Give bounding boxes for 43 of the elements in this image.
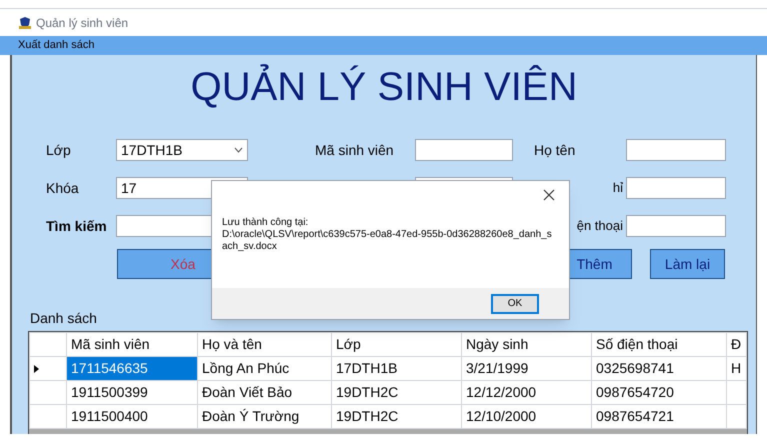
table-cell: Lồng An Phúc [198,356,332,380]
table-cell: 12/10/2000 [462,404,592,428]
list-title: Danh sách [30,310,97,326]
menu-item[interactable]: Xuất danh sách [18,37,94,54]
column-header[interactable]: Số điện thoại [592,332,726,356]
field-label: Họ tên [534,140,576,160]
table-cell: 17DTH1B [332,356,462,380]
table-cell: H [726,356,746,380]
window-title: Quản lý sinh viên [36,14,128,32]
table-cell: 19DTH2C [332,380,462,404]
page-heading: QUẢN LÝ SINH VIÊN [190,63,578,111]
field-label: ện thoại [576,217,623,236]
column-header[interactable]: Ngày sinh [462,332,592,356]
field-label: hỉ [612,179,623,198]
table-cell: 1911500400 [66,404,198,428]
field-label: Lớp [46,140,72,160]
column-header[interactable]: Mã sinh viên [66,332,198,356]
table-cell: 0987654721 [592,404,726,428]
field-label: Tìm kiếm [46,216,108,236]
field-label: Mã sinh viên [315,140,394,160]
input-field[interactable] [626,139,726,161]
input-field[interactable] [626,177,726,199]
input-field[interactable] [415,139,513,161]
field-label: Khóa [46,178,80,198]
table-cell: 12/12/2000 [462,380,592,404]
table-cell: 1711546635 [66,356,198,380]
column-header[interactable]: Họ và tên [198,332,332,356]
ok-button[interactable]: OK [491,294,539,314]
table-cell: Đoàn Viết Bảo [198,380,332,404]
table-cell: Đoàn Ý Trường [198,404,332,428]
shield-icon [18,16,32,30]
table-cell: 19DTH2C [332,404,462,428]
column-header[interactable]: Lớp [332,332,462,356]
column-header[interactable]: Đ [726,332,746,356]
table-cell: 0325698741 [592,356,726,380]
row-pointer-icon [34,364,39,372]
action-button[interactable]: Làm lại [650,249,725,279]
input-field[interactable] [626,215,726,237]
table-cell: 3/21/1999 [462,356,592,380]
class-dropdown[interactable]: 17DTH1B [116,139,248,161]
table-cell: 0987654720 [592,380,726,404]
chevron-down-icon [234,147,243,153]
table-cell: 1911500399 [66,380,198,404]
